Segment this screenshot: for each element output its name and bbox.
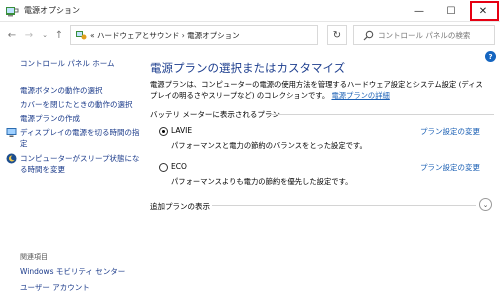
plan-lavie-description: パフォーマンスと電力の節約のバランスをとった設定です。 — [171, 141, 367, 150]
plan-lavie-radio[interactable] — [159, 127, 168, 136]
related-title: 関連項目 — [20, 253, 48, 261]
monitor-icon — [6, 128, 17, 137]
sidebar-item-sleep-time[interactable]: コンピューターがスリープ状態になる時間を変更 — [20, 153, 140, 175]
recent-locations-button[interactable]: ⌄ — [38, 27, 52, 43]
battery-meter-plans-label: バッテリ メーターに表示されるプラン — [150, 110, 280, 119]
up-button[interactable]: ↑ — [52, 27, 66, 43]
back-button[interactable]: ← — [5, 27, 19, 43]
search-icon — [363, 30, 374, 41]
plan-lavie-change-settings-link[interactable]: プラン設定の変更 — [420, 126, 480, 137]
plan-eco-description: パフォーマンスよりも電力の節約を優先した設定です。 — [171, 177, 353, 186]
search-input[interactable] — [378, 28, 492, 42]
section-divider — [266, 114, 494, 115]
navigation-bar: ← → ⌄ ↑ « ハードウェアとサウンド › 電源オプション ⌄ ↻ — [0, 22, 500, 48]
plan-eco-change-settings-link[interactable]: プラン設定の変更 — [420, 162, 480, 173]
control-panel-icon — [76, 31, 87, 40]
page-description: 電源プランは、コンピューターの電源の使用方法を管理するハードウェア設定とシステム… — [150, 79, 490, 101]
related-user-accounts-link[interactable]: ユーザー アカウント — [20, 282, 90, 293]
page-title: 電源プランの選択またはカスタマイズ — [150, 61, 346, 75]
refresh-button[interactable]: ↻ — [327, 25, 347, 45]
close-button[interactable]: ✕ — [468, 0, 498, 22]
address-path[interactable]: « ハードウェアとサウンド › 電源オプション — [90, 30, 240, 41]
title-bar: 電源オプション — ☐ ✕ — [0, 0, 500, 22]
help-icon[interactable]: ? — [485, 51, 496, 62]
power-plan-details-link[interactable]: 電源プランの詳細 — [331, 91, 389, 100]
maximize-button[interactable]: ☐ — [436, 0, 466, 22]
plan-lavie-name[interactable]: LAVIE — [171, 126, 192, 135]
plan-eco-radio[interactable] — [159, 163, 168, 172]
section-divider — [212, 205, 476, 206]
moon-globe-icon — [6, 153, 17, 164]
sidebar-item-create-plan[interactable]: 電源プランの作成 — [20, 113, 80, 124]
expand-chevron-icon[interactable]: ⌄ — [479, 198, 492, 211]
description-text: 電源プランは、コンピューターの電源の使用方法を管理するハードウェア設定とシステム… — [150, 80, 483, 100]
window-title: 電源オプション — [24, 6, 80, 15]
sidebar-item-lid-close[interactable]: カバーを閉じたときの動作の選択 — [20, 99, 133, 110]
related-mobility-center-link[interactable]: Windows モビリティ センター — [20, 266, 125, 277]
power-options-icon — [6, 7, 19, 17]
address-bar[interactable]: « ハードウェアとサウンド › 電源オプション ⌄ — [70, 25, 387, 45]
plan-eco-name[interactable]: ECO — [171, 162, 187, 171]
minimize-button[interactable]: — — [404, 0, 434, 22]
sidebar-home-link[interactable]: コントロール パネル ホーム — [20, 58, 115, 69]
sidebar-item-display-off[interactable]: ディスプレイの電源を切る時間の指定 — [20, 127, 140, 149]
show-additional-plans-label[interactable]: 追加プランの表示 — [150, 201, 210, 212]
forward-button[interactable]: → — [22, 27, 36, 43]
search-box[interactable] — [353, 25, 495, 45]
sidebar-item-power-button[interactable]: 電源ボタンの動作の選択 — [20, 85, 103, 96]
